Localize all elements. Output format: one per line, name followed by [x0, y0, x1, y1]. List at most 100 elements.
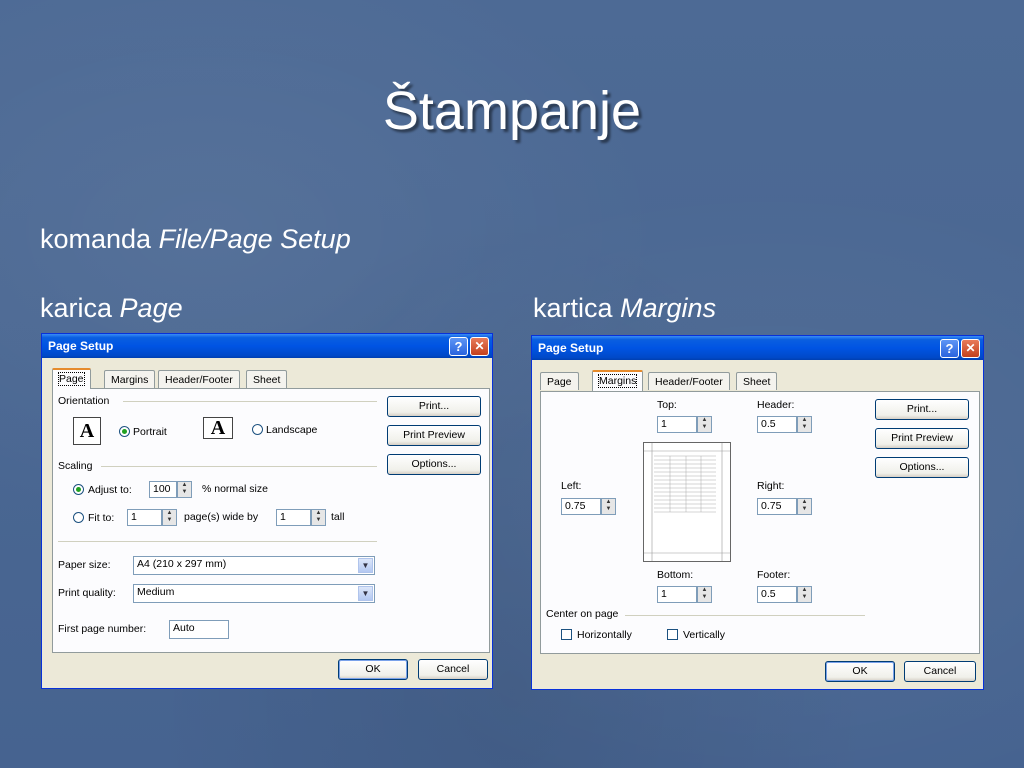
bottom-label: Bottom: [657, 569, 694, 581]
chevron-down-icon[interactable]: ▼ [358, 586, 373, 601]
fit-wide-spinner[interactable]: ▲ ▼ [162, 509, 177, 526]
cancel-button[interactable]: Cancel [418, 659, 488, 680]
right-input[interactable]: 0.75 [757, 498, 797, 515]
tab-margins[interactable]: Margins [592, 370, 644, 391]
margins-tab-caption-prefix: kartica [533, 293, 613, 323]
first-page-input[interactable]: Auto [169, 620, 229, 639]
paper-divider [58, 541, 377, 542]
bottom-input[interactable]: 1 [657, 586, 697, 603]
tab-panel: Orientation A Portrait A Landscape Scali… [52, 388, 490, 653]
adjust-to-label[interactable]: Adjust to: [88, 484, 132, 496]
help-icon[interactable]: ? [449, 337, 468, 356]
left-input[interactable]: 0.75 [561, 498, 601, 515]
vertically-label[interactable]: Vertically [683, 629, 725, 641]
fit-tall-spinner[interactable]: ▲ ▼ [311, 509, 326, 526]
help-icon[interactable]: ? [940, 339, 959, 358]
fit-wide-suffix: page(s) wide by [184, 511, 259, 523]
tab-page[interactable]: Page [540, 372, 579, 390]
ok-button[interactable]: OK [825, 661, 895, 682]
tab-margins[interactable]: Margins [104, 370, 156, 388]
close-icon[interactable]: ✕ [470, 337, 489, 356]
page-preview-grid [644, 443, 730, 561]
options-button[interactable]: Options... [875, 457, 969, 478]
print-preview-button[interactable]: Print Preview [875, 428, 969, 449]
tab-header-footer[interactable]: Header/Footer [158, 370, 240, 388]
first-page-label: First page number: [58, 623, 147, 635]
fit-to-label[interactable]: Fit to: [88, 512, 114, 524]
print-quality-label: Print quality: [58, 587, 116, 599]
portrait-icon: A [73, 417, 101, 445]
landscape-label[interactable]: Landscape [266, 424, 317, 436]
page-tab-caption-name: Page [119, 293, 183, 323]
left-spinner[interactable]: ▲ ▼ [601, 498, 616, 515]
footer-spinner[interactable]: ▲ ▼ [797, 586, 812, 603]
adjust-input[interactable]: 100 [149, 481, 177, 498]
header-label: Header: [757, 399, 795, 411]
print-preview-button[interactable]: Print Preview [387, 425, 481, 446]
margins-tab-caption-name: Margins [620, 293, 717, 323]
fit-tall-suffix: tall [331, 511, 345, 523]
slide-title: Štampanje [382, 81, 642, 141]
fit-wide-input[interactable]: 1 [127, 509, 162, 526]
orientation-label: Orientation [58, 395, 110, 407]
top-spinner[interactable]: ▲ ▼ [697, 416, 712, 433]
print-button[interactable]: Print... [387, 396, 481, 417]
footer-label: Footer: [757, 569, 791, 581]
tab-header-footer[interactable]: Header/Footer [648, 372, 730, 390]
tab-sheet[interactable]: Sheet [246, 370, 288, 388]
fit-tall-input[interactable]: 1 [276, 509, 311, 526]
print-button[interactable]: Print... [875, 399, 969, 420]
dialog-titlebar[interactable]: Page Setup ? ✕ [532, 336, 983, 360]
landscape-radio[interactable] [252, 424, 263, 435]
scaling-label: Scaling [58, 460, 93, 472]
margins-tab-caption: kartica Margins [533, 293, 716, 324]
options-button[interactable]: Options... [387, 454, 481, 475]
left-label: Left: [561, 480, 582, 492]
command-caption: komanda File/Page Setup [40, 224, 351, 255]
dialog-title: Page Setup [538, 341, 604, 355]
chevron-down-icon[interactable]: ▼ [358, 558, 373, 573]
cancel-button[interactable]: Cancel [904, 661, 976, 682]
ok-button[interactable]: OK [338, 659, 408, 680]
top-input[interactable]: 1 [657, 416, 697, 433]
center-on-page-label: Center on page [546, 608, 619, 620]
paper-size-label: Paper size: [58, 559, 111, 571]
fit-to-radio[interactable] [73, 512, 84, 523]
tab-sheet[interactable]: Sheet [736, 372, 778, 390]
landscape-icon: A [203, 417, 233, 439]
scaling-divider [101, 466, 377, 467]
adjust-spinner[interactable]: ▲ ▼ [177, 481, 192, 498]
adjust-suffix: % normal size [202, 483, 268, 495]
page-setup-dialog-page: Page Setup ? ✕ Page Margins Header/Foote… [41, 333, 493, 689]
dialog-titlebar[interactable]: Page Setup ? ✕ [42, 334, 492, 358]
orientation-divider [123, 401, 377, 402]
page-preview [643, 442, 731, 562]
right-spinner[interactable]: ▲ ▼ [797, 498, 812, 515]
dialog-title: Page Setup [48, 339, 114, 353]
top-label: Top: [657, 399, 677, 411]
right-label: Right: [757, 480, 785, 492]
bottom-spinner[interactable]: ▲ ▼ [697, 586, 712, 603]
vertically-checkbox[interactable] [667, 629, 678, 640]
portrait-label[interactable]: Portrait [133, 426, 167, 438]
page-setup-dialog-margins: Page Setup ? ✕ Page Margins Header/Foote… [531, 335, 984, 690]
page-tab-caption: karica Page [40, 293, 183, 324]
center-divider [625, 615, 865, 616]
tab-panel: Top: 1 ▲ ▼ Header: 0.5 ▲ ▼ Left: 0.75 ▲ … [540, 391, 980, 654]
print-quality-value: Medium [137, 586, 175, 598]
header-spinner[interactable]: ▲ ▼ [797, 416, 812, 433]
tab-page[interactable]: Page [52, 368, 91, 389]
tab-strip: Page Margins Header/Footer Sheet [52, 368, 352, 389]
portrait-radio[interactable] [119, 426, 130, 437]
adjust-to-radio[interactable] [73, 484, 84, 495]
command-caption-prefix: komanda [40, 224, 152, 254]
paper-size-value: A4 (210 x 297 mm) [137, 558, 227, 570]
tab-strip: Page Margins Header/Footer Sheet [540, 370, 840, 391]
print-quality-select[interactable]: Medium ▼ [133, 584, 375, 603]
horizontally-label[interactable]: Horizontally [577, 629, 632, 641]
horizontally-checkbox[interactable] [561, 629, 572, 640]
paper-size-select[interactable]: A4 (210 x 297 mm) ▼ [133, 556, 375, 575]
close-icon[interactable]: ✕ [961, 339, 980, 358]
footer-input[interactable]: 0.5 [757, 586, 797, 603]
header-input[interactable]: 0.5 [757, 416, 797, 433]
